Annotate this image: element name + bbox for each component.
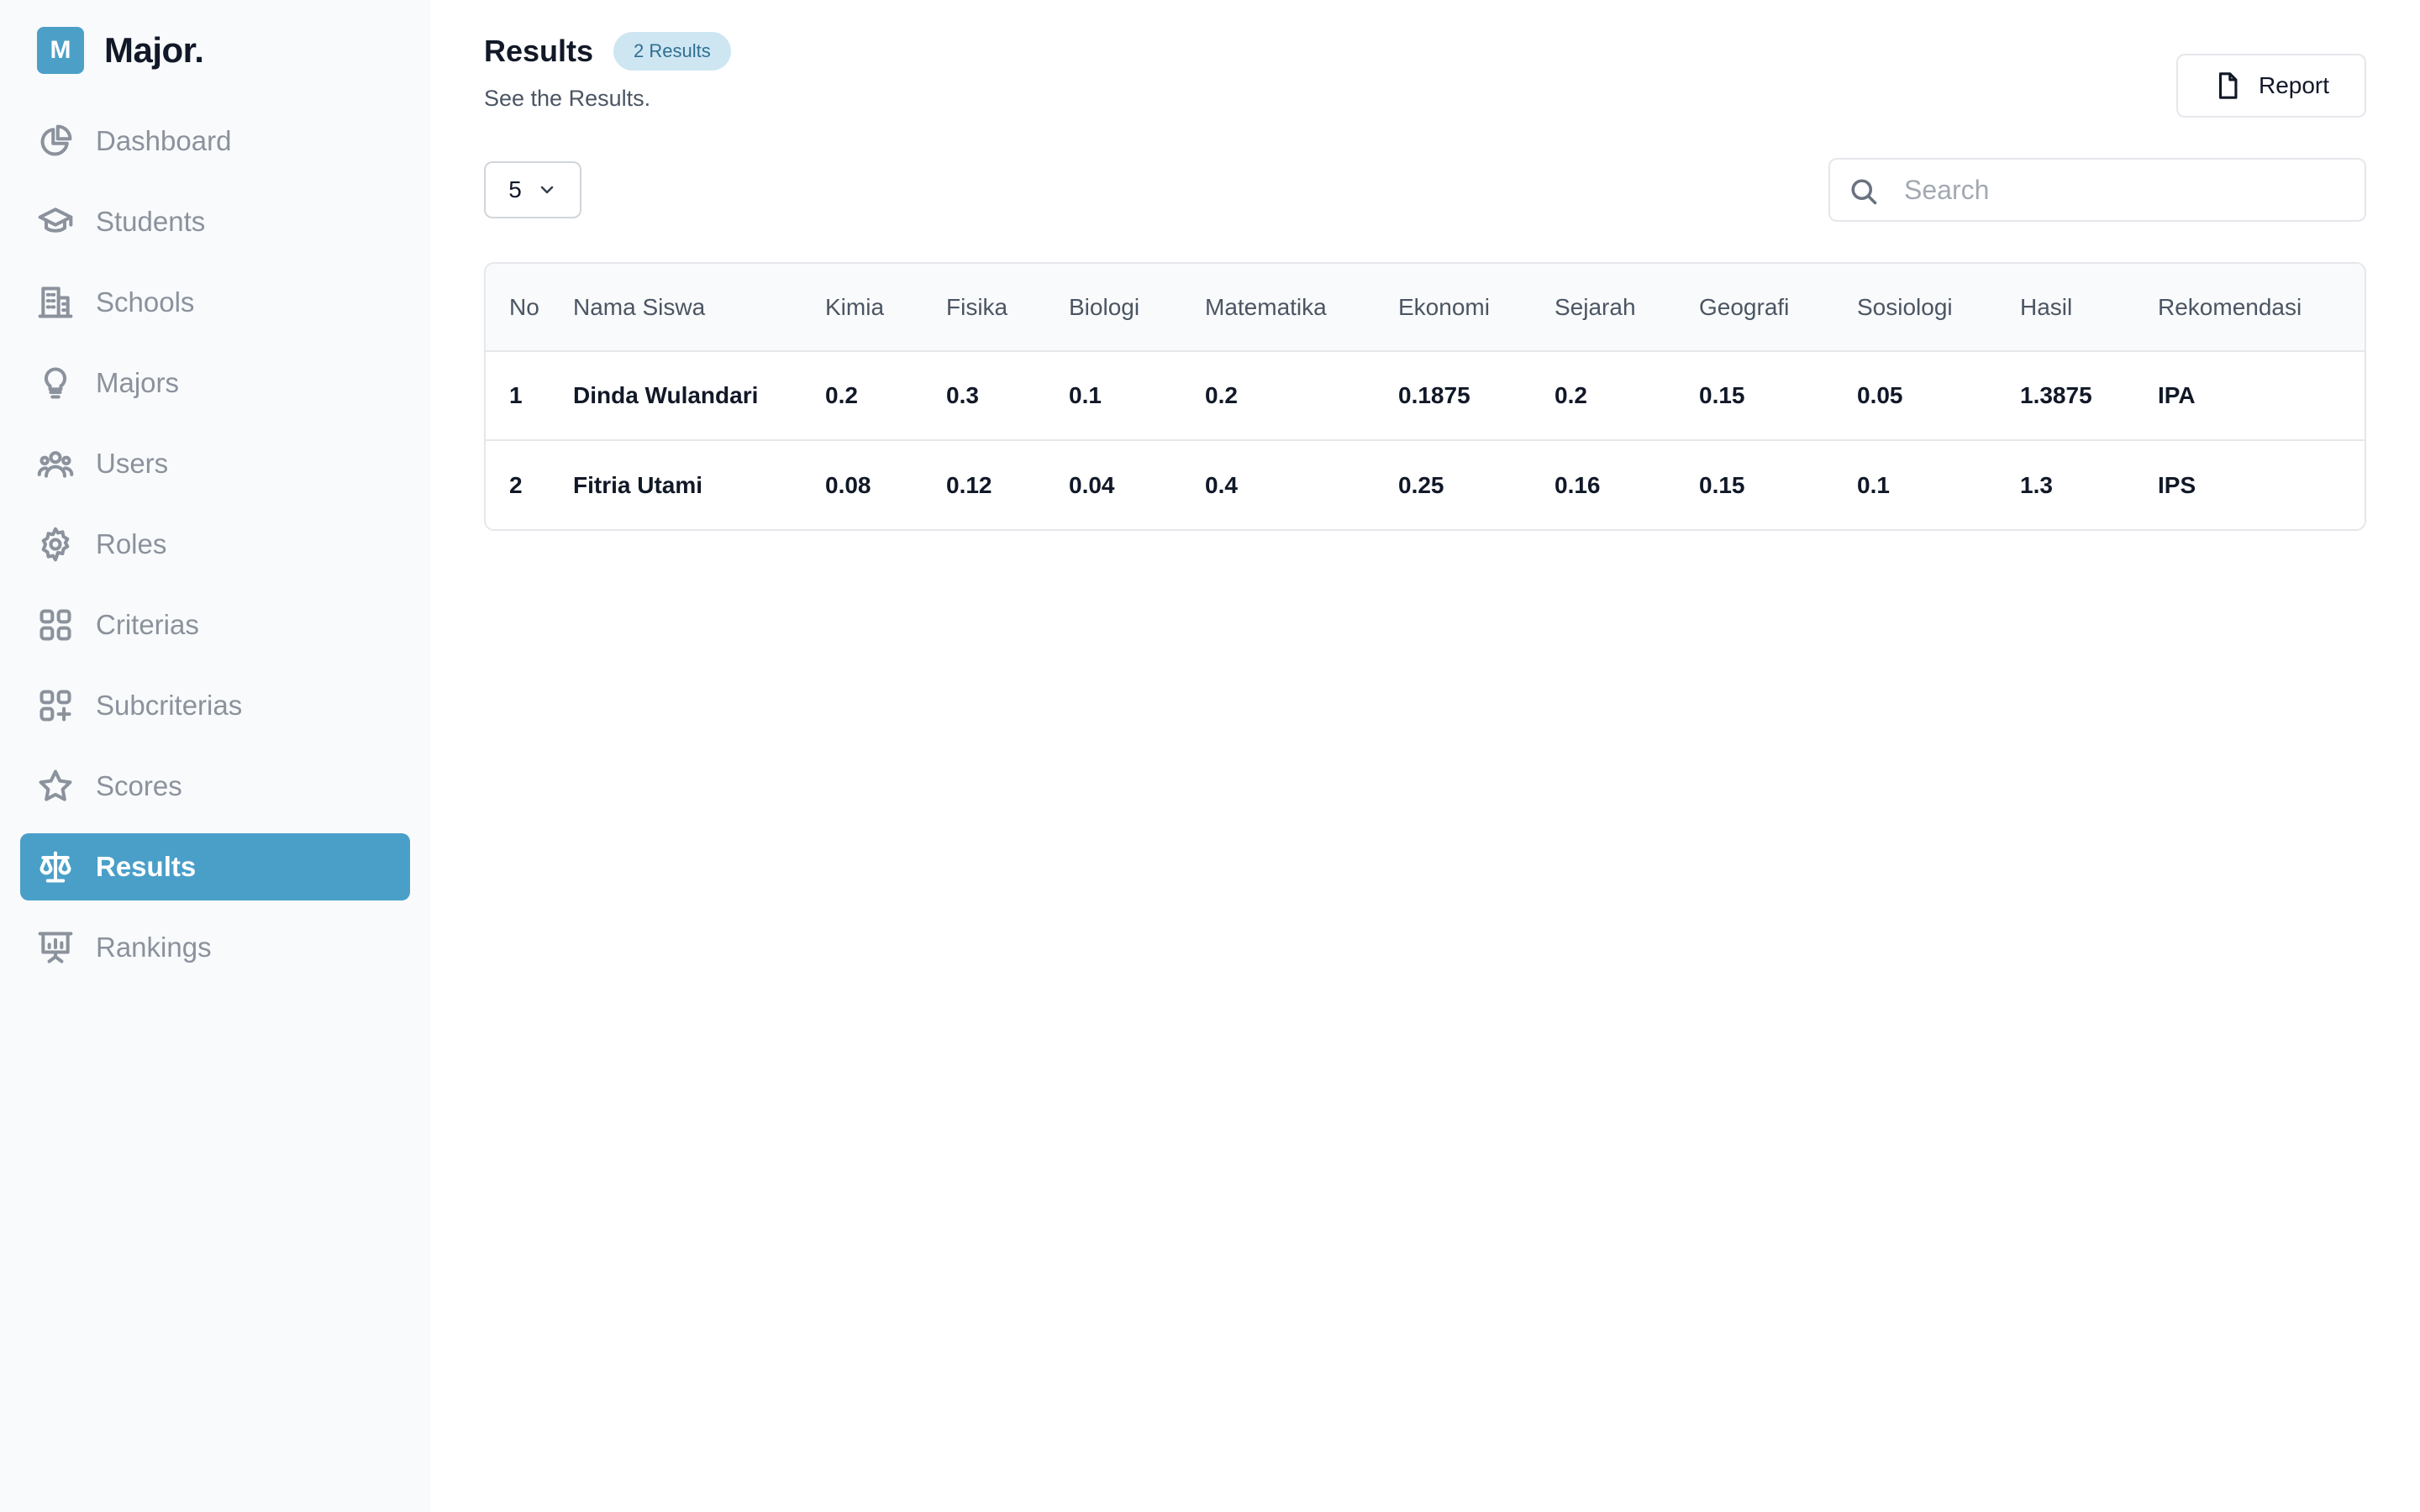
cell-biologi: 0.1: [1069, 382, 1102, 408]
column-header-sejarah[interactable]: Sejarah: [1555, 264, 1699, 351]
sidebar-item-label: Users: [96, 448, 169, 479]
chevron-down-icon: [537, 180, 557, 200]
brand[interactable]: M Major.: [37, 27, 204, 74]
page-size-select[interactable]: 5: [484, 161, 581, 218]
sidebar-item-label: Rankings: [96, 932, 212, 963]
cell-rekomendasi: IPA: [2158, 382, 2196, 408]
column-header-geografi[interactable]: Geografi: [1699, 264, 1857, 351]
search-icon: [1849, 176, 1879, 207]
page-header: Results 2 Results: [484, 32, 731, 71]
cell-matematika: 0.4: [1205, 471, 1238, 498]
cell-nama-siswa: Fitria Utami: [573, 471, 703, 498]
report-button[interactable]: Report: [2176, 54, 2366, 118]
page-title: Results: [484, 34, 594, 68]
sidebar-item-roles[interactable]: Roles: [20, 511, 410, 578]
sidebar-item-label: Criterias: [96, 609, 199, 640]
sidebar-item-label: Results: [96, 851, 197, 882]
sidebar-item-rankings[interactable]: Rankings: [20, 914, 410, 981]
sidebar-item-label: Scores: [96, 770, 182, 801]
sidebar-item-label: Subcriterias: [96, 690, 243, 721]
search-input[interactable]: [1904, 174, 2341, 206]
table-header-row: No Nama Siswa Kimia Fisika Biologi Matem…: [486, 264, 2365, 351]
sidebar-item-label: Schools: [96, 286, 195, 318]
document-icon: [2213, 71, 2242, 100]
cell-fisika: 0.12: [946, 471, 992, 498]
cell-fisika: 0.3: [946, 382, 979, 408]
presentation-chart-icon: [35, 927, 76, 968]
cell-ekonomi: 0.25: [1398, 471, 1444, 498]
lightbulb-icon: [35, 363, 76, 403]
sidebar-item-label: Students: [96, 206, 206, 237]
grid-plus-icon: [35, 685, 76, 726]
star-icon: [35, 766, 76, 806]
scale-icon: [35, 847, 76, 887]
sidebar: M Major. Dashboard Students Schools Majo…: [0, 0, 430, 1512]
sidebar-item-students[interactable]: Students: [20, 188, 410, 255]
sidebar-item-results[interactable]: Results: [20, 833, 410, 900]
settings-icon: [35, 524, 76, 564]
pie-chart-icon: [35, 121, 76, 161]
cell-rekomendasi: IPS: [2158, 471, 2196, 498]
column-header-fisika[interactable]: Fisika: [946, 264, 1069, 351]
column-header-sosiologi[interactable]: Sosiologi: [1857, 264, 2020, 351]
cell-sosiologi: 0.1: [1857, 471, 1890, 498]
brand-logo: M: [37, 27, 84, 74]
cell-kimia: 0.08: [825, 471, 871, 498]
results-count-badge: 2 Results: [613, 32, 731, 71]
cell-matematika: 0.2: [1205, 382, 1238, 408]
column-header-nama-siswa[interactable]: Nama Siswa: [573, 264, 825, 351]
cell-kimia: 0.2: [825, 382, 858, 408]
sidebar-item-dashboard[interactable]: Dashboard: [20, 108, 410, 175]
report-button-label: Report: [2258, 72, 2330, 98]
search-box[interactable]: [1828, 158, 2366, 222]
sidebar-item-scores[interactable]: Scores: [20, 753, 410, 820]
cell-no: 2: [509, 471, 523, 498]
sidebar-item-label: Majors: [96, 367, 180, 398]
cell-geografi: 0.15: [1699, 382, 1745, 408]
cell-sejarah: 0.2: [1555, 382, 1587, 408]
sidebar-item-users[interactable]: Users: [20, 430, 410, 497]
cell-sosiologi: 0.05: [1857, 382, 1903, 408]
cell-hasil: 1.3875: [2020, 382, 2092, 408]
column-header-no[interactable]: No: [486, 264, 573, 351]
cell-hasil: 1.3: [2020, 471, 2053, 498]
sidebar-item-label: Dashboard: [96, 125, 232, 156]
app-root: M Major. Dashboard Students Schools Majo…: [0, 0, 2420, 1512]
sidebar-item-criterias[interactable]: Criterias: [20, 591, 410, 659]
column-header-hasil[interactable]: Hasil: [2020, 264, 2158, 351]
sidebar-nav: Dashboard Students Schools Majors Users …: [20, 108, 410, 995]
column-header-matematika[interactable]: Matematika: [1205, 264, 1398, 351]
table-row: 2 Fitria Utami 0.08 0.12 0.04 0.4 0.25 0…: [486, 440, 2365, 529]
building-icon: [35, 282, 76, 323]
table-row: 1 Dinda Wulandari 0.2 0.3 0.1 0.2 0.1875…: [486, 351, 2365, 440]
brand-name: Major.: [104, 30, 204, 70]
sidebar-item-label: Roles: [96, 528, 167, 559]
page-size-value: 5: [508, 176, 522, 202]
graduation-cap-icon: [35, 202, 76, 242]
cell-nama-siswa: Dinda Wulandari: [573, 382, 759, 408]
cell-sejarah: 0.16: [1555, 471, 1601, 498]
cell-ekonomi: 0.1875: [1398, 382, 1470, 408]
column-header-kimia[interactable]: Kimia: [825, 264, 946, 351]
users-icon: [35, 444, 76, 484]
sidebar-item-majors[interactable]: Majors: [20, 349, 410, 417]
cell-no: 1: [509, 382, 523, 408]
cell-biologi: 0.04: [1069, 471, 1115, 498]
grid-icon: [35, 605, 76, 645]
sidebar-item-subcriterias[interactable]: Subcriterias: [20, 672, 410, 739]
page-subtitle: See the Results.: [484, 86, 651, 111]
main-content: Results 2 Results See the Results. Repor…: [484, 0, 2366, 1512]
column-header-rekomendasi[interactable]: Rekomendasi: [2158, 264, 2365, 351]
sidebar-item-schools[interactable]: Schools: [20, 269, 410, 336]
column-header-biologi[interactable]: Biologi: [1069, 264, 1205, 351]
cell-geografi: 0.15: [1699, 471, 1745, 498]
column-header-ekonomi[interactable]: Ekonomi: [1398, 264, 1555, 351]
results-table: No Nama Siswa Kimia Fisika Biologi Matem…: [484, 262, 2366, 531]
